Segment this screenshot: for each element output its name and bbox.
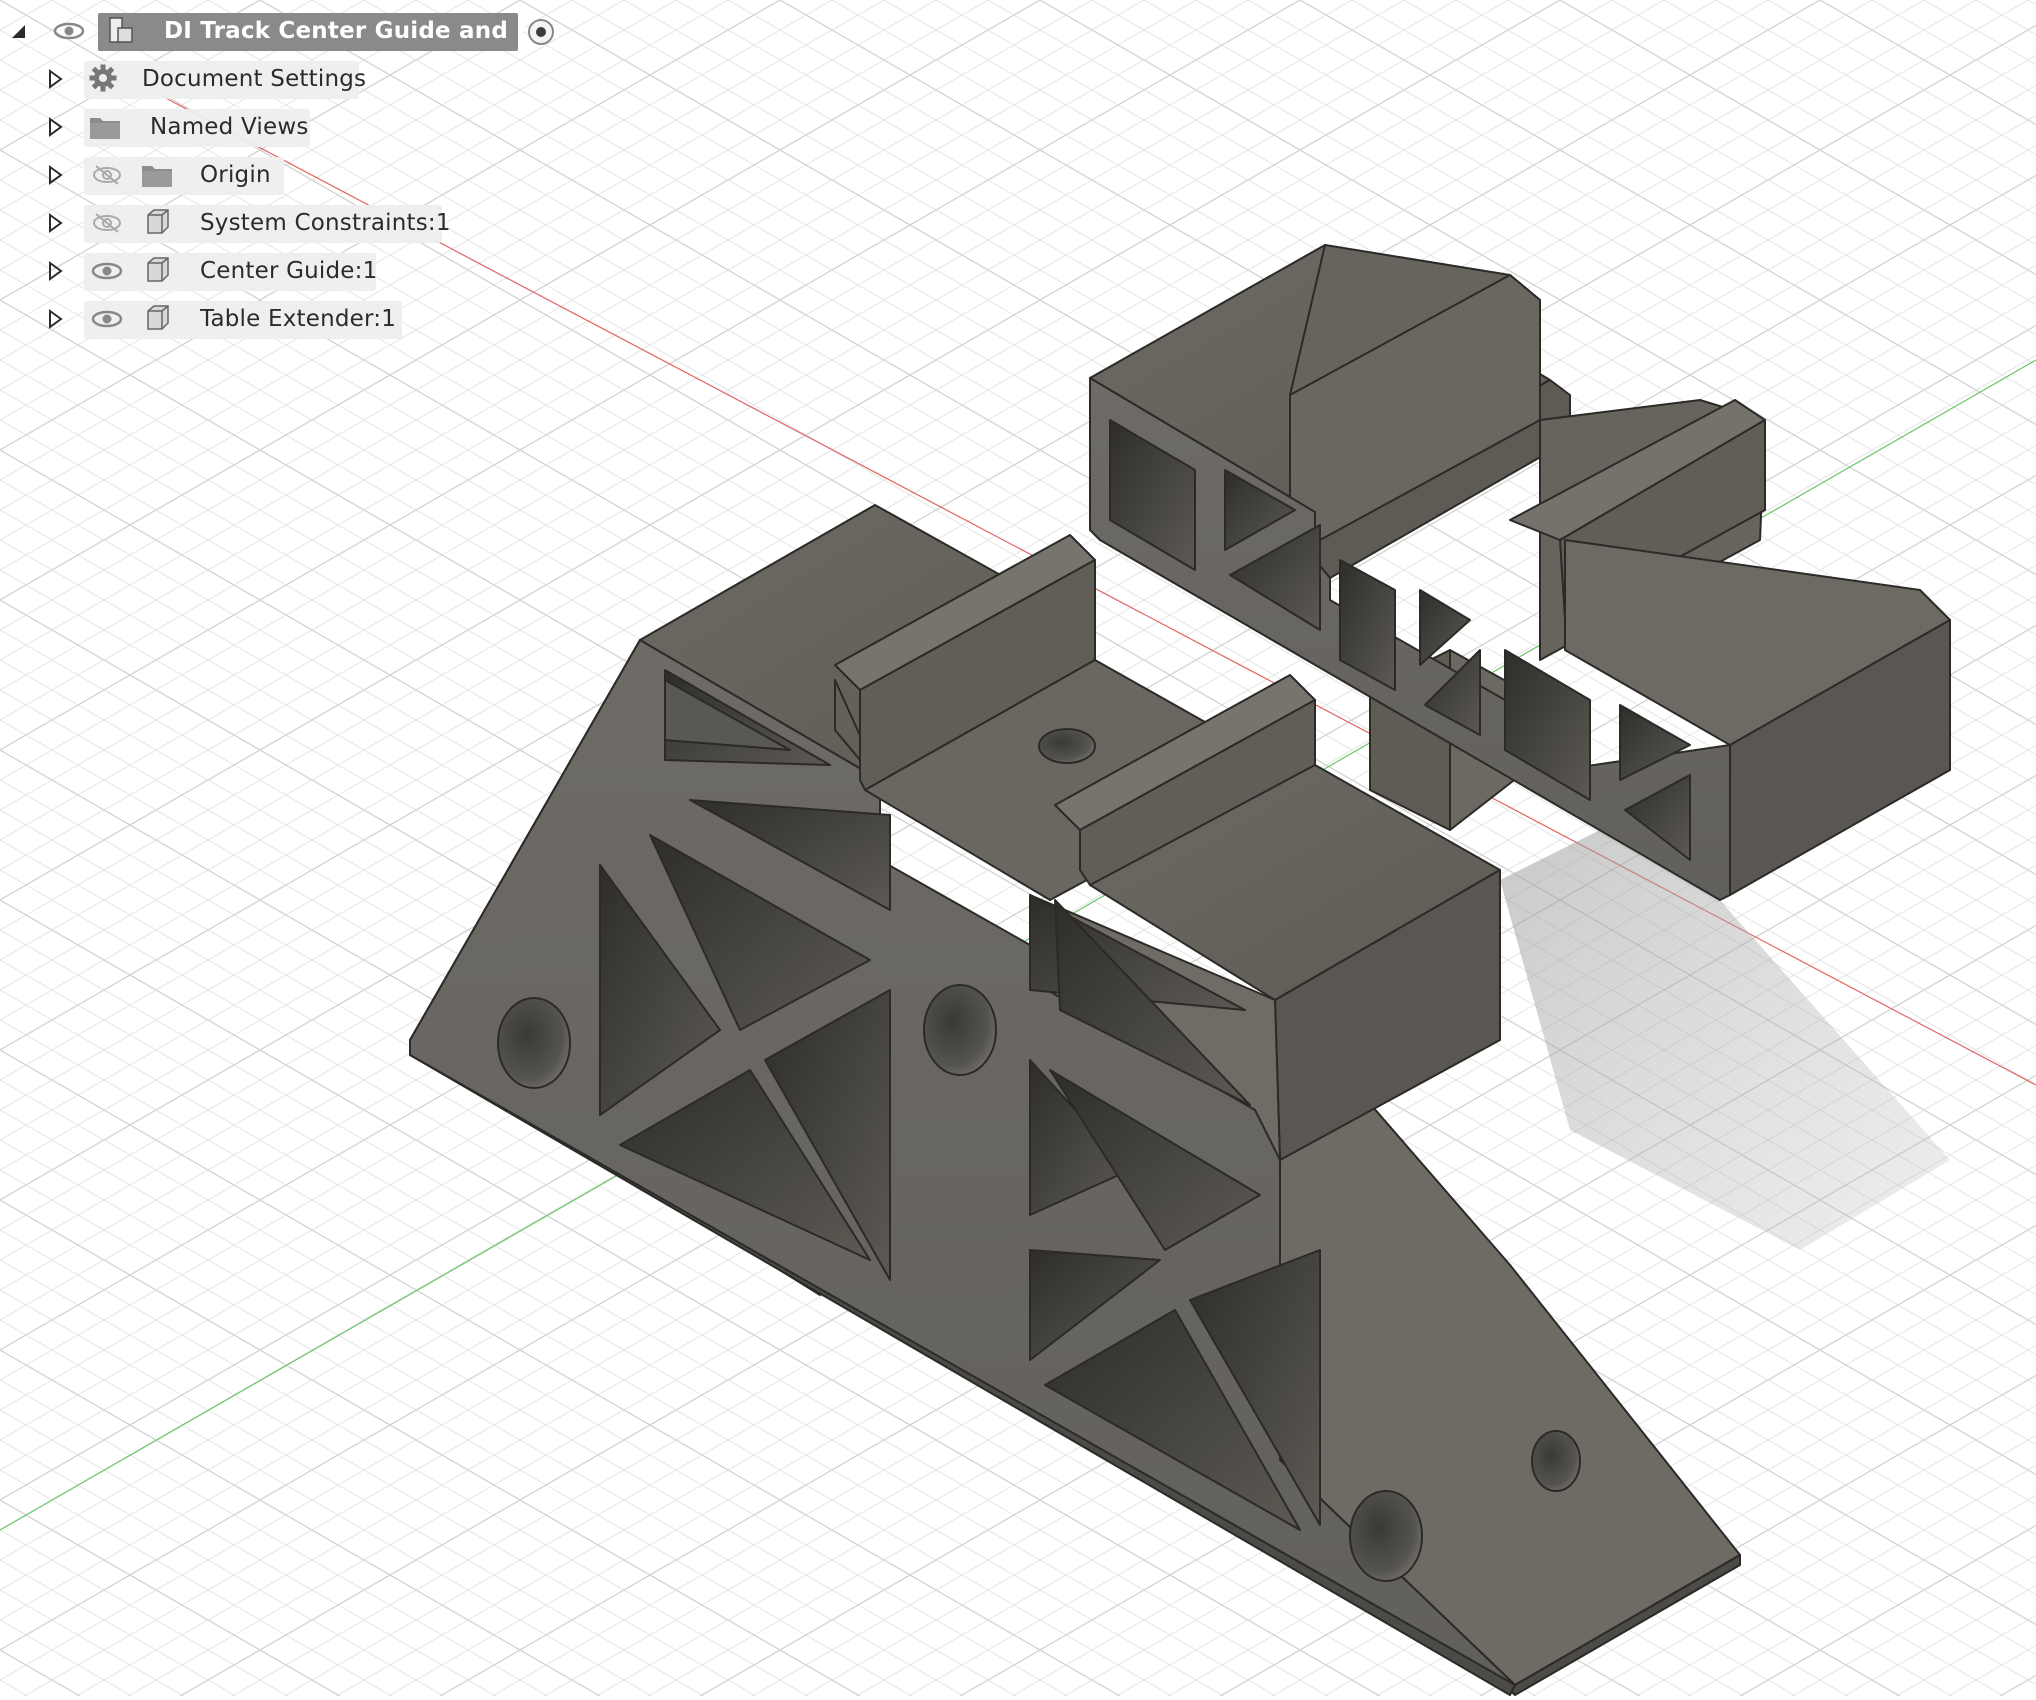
browser-root-row[interactable]: DI Track Center Guide and E... [0, 9, 620, 53]
browser-item-origin[interactable]: Origin [0, 153, 620, 197]
system-constraints-label: System Constraints:1 [200, 210, 451, 236]
document-settings-label: Document Settings [142, 66, 367, 92]
browser-item-table-extender[interactable]: Table Extender:1 [0, 297, 620, 341]
eye-icon[interactable] [52, 14, 86, 48]
browser-panel: DI Track Center Guide and E... Document … [0, 0, 620, 350]
threaded-hole [1038, 728, 1096, 764]
threaded-hole [1531, 1430, 1581, 1492]
folder-icon [88, 110, 122, 144]
center-guide-label: Center Guide:1 [200, 258, 378, 284]
expand-arrow-icon[interactable] [45, 213, 65, 233]
component-icon [140, 205, 174, 239]
browser-item-document-settings[interactable]: Document Settings [0, 57, 620, 101]
browser-item-named-views[interactable]: Named Views [0, 105, 620, 149]
expand-arrow-icon[interactable] [45, 309, 65, 329]
expand-arrow-icon[interactable] [45, 261, 65, 281]
component-icon [140, 253, 174, 287]
eye-icon[interactable] [90, 302, 124, 336]
root-label: DI Track Center Guide and E... [164, 18, 559, 44]
eye-hidden-icon[interactable] [90, 158, 124, 192]
eye-hidden-icon[interactable] [90, 206, 124, 240]
activate-radio-icon[interactable] [524, 15, 558, 49]
eye-icon[interactable] [90, 254, 124, 288]
component-icon [140, 301, 174, 335]
expand-arrow-icon[interactable] [45, 117, 65, 137]
browser-item-system-constraints[interactable]: System Constraints:1 [0, 201, 620, 245]
mounting-hole [923, 984, 997, 1076]
mounting-hole [1349, 1490, 1423, 1582]
expand-arrow-icon[interactable] [45, 165, 65, 185]
gear-icon [86, 61, 120, 95]
collapse-arrow-icon[interactable] [8, 21, 28, 41]
expand-arrow-icon[interactable] [45, 69, 65, 89]
mounting-hole [497, 997, 571, 1089]
browser-item-center-guide[interactable]: Center Guide:1 [0, 249, 620, 293]
named-views-label: Named Views [150, 114, 309, 140]
table-extender-label: Table Extender:1 [200, 306, 397, 332]
origin-label: Origin [200, 162, 271, 188]
folder-icon [140, 158, 174, 192]
assembly-icon [104, 14, 138, 48]
